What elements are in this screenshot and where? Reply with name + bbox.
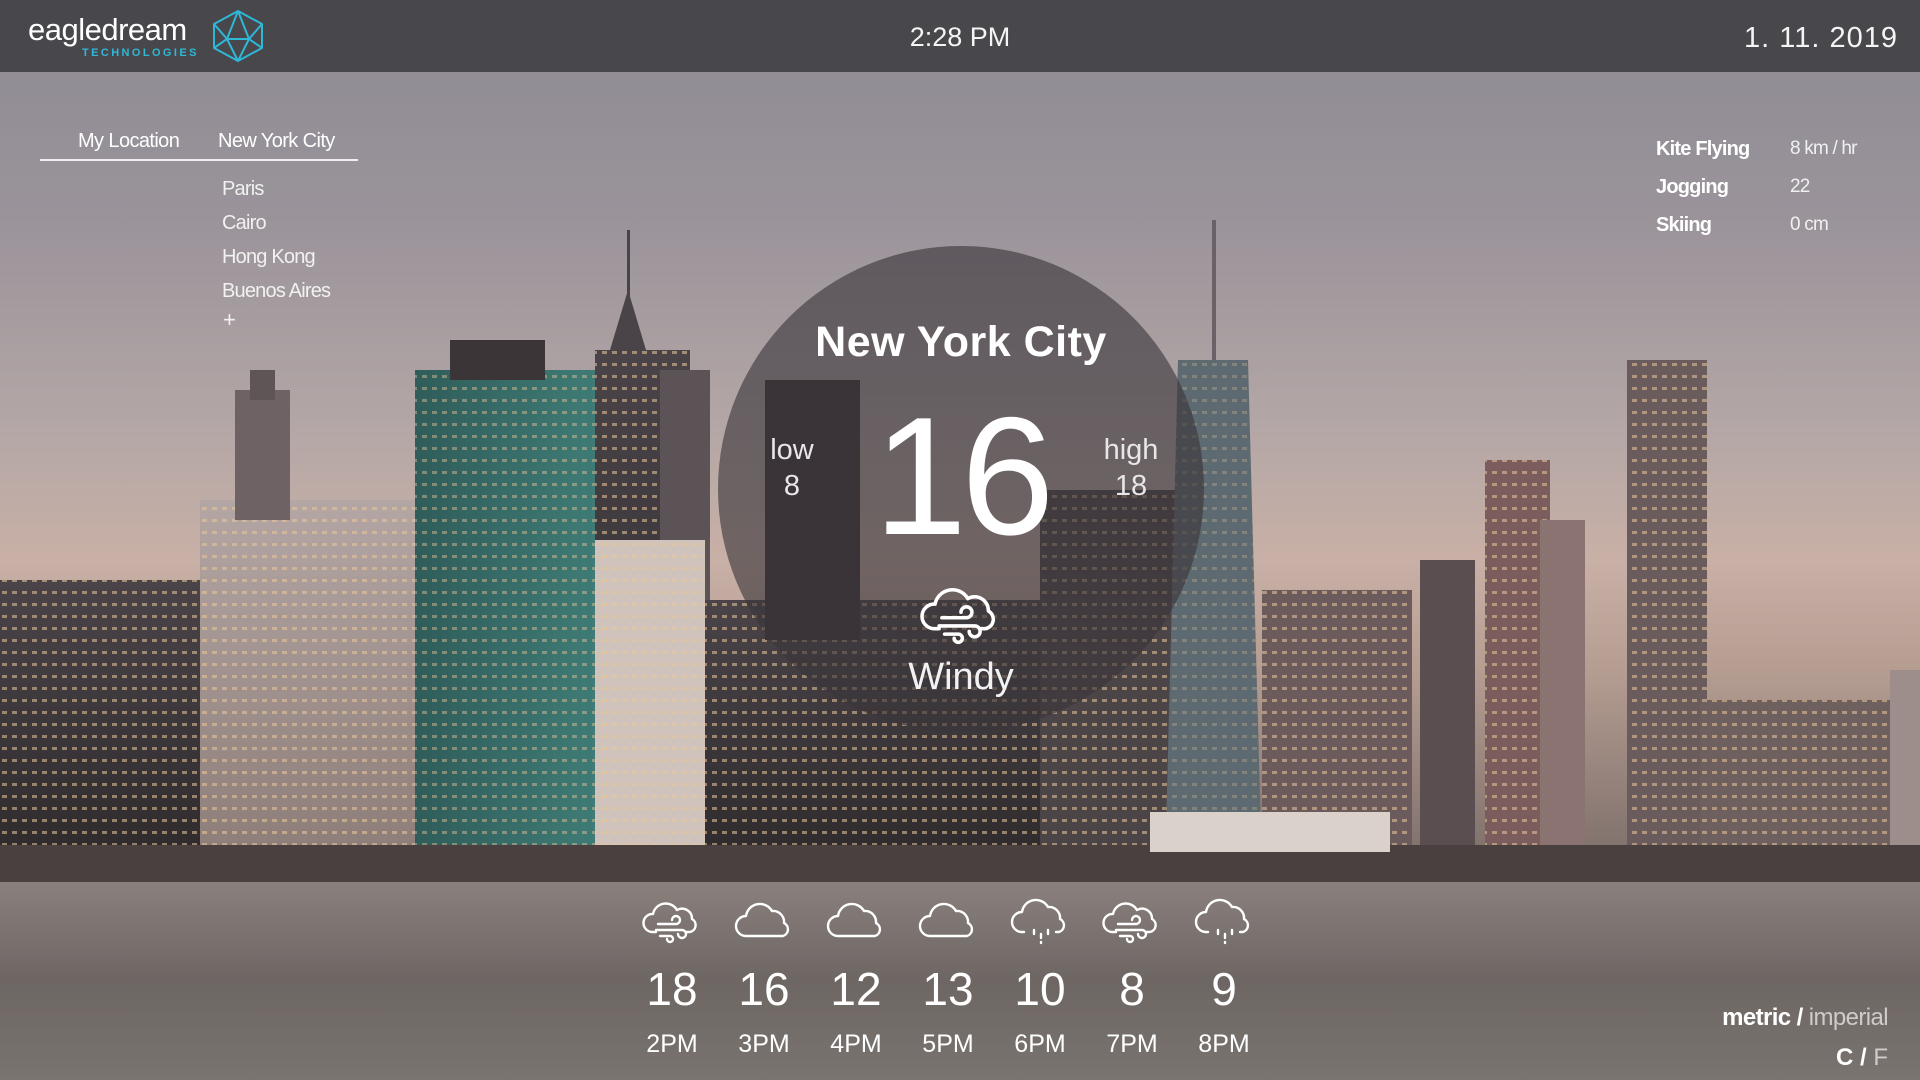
- current-condition: Windy: [908, 656, 1014, 698]
- hourly-item-5pm: 13 5PM: [902, 898, 994, 1068]
- geodesic-sphere-icon: [212, 10, 263, 62]
- locations-panel: My Location New York City Paris Cairo Ho…: [40, 130, 358, 333]
- hourly-temp: 12: [830, 963, 882, 1015]
- windy-cloud-icon: [642, 902, 697, 944]
- hourly-temp: 9: [1211, 963, 1237, 1015]
- top-bar: eagledream TECHNOLOGIES 2:28 PM 1. 11. 2…: [0, 0, 1920, 72]
- cloud-icon: [918, 902, 974, 938]
- city-list: Paris Cairo Hong Kong Buenos Aires: [222, 177, 358, 313]
- logo-subtitle: TECHNOLOGIES: [82, 46, 199, 59]
- location-tabs: My Location New York City: [40, 130, 358, 161]
- hourly-temp: 18: [646, 963, 698, 1015]
- hourly-time: 5PM: [922, 1030, 974, 1058]
- windy-cloud-icon: [1102, 902, 1157, 944]
- add-city-button[interactable]: +: [223, 307, 358, 333]
- celsius-option[interactable]: C: [1836, 1044, 1853, 1071]
- activity-name: Jogging: [1656, 175, 1729, 198]
- drizzle-cloud-icon: [1010, 898, 1066, 945]
- cloud-icon: [826, 902, 882, 938]
- hourly-item-3pm: 16 3PM: [718, 898, 810, 1068]
- high-value: 18: [1114, 470, 1148, 502]
- hourly-temp: 16: [738, 963, 790, 1015]
- activities-panel: Kite Flying 8 km / hr Jogging 22 Skiing …: [1656, 130, 1896, 244]
- hourly-temp: 10: [1014, 963, 1066, 1015]
- fahrenheit-option[interactable]: F: [1873, 1044, 1888, 1071]
- city-item-cairo[interactable]: Cairo: [222, 211, 358, 245]
- weather-app: eagledream TECHNOLOGIES 2:28 PM 1. 11. 2…: [0, 0, 1920, 1080]
- activity-name: Skiing: [1656, 213, 1712, 236]
- high-temperature: high 18: [1091, 432, 1171, 504]
- drizzle-cloud-icon: [1194, 898, 1250, 945]
- company-logo: eagledream TECHNOLOGIES: [28, 10, 267, 62]
- hourly-time: 8PM: [1198, 1030, 1250, 1058]
- activity-row-kite-flying: Kite Flying 8 km / hr: [1656, 130, 1896, 168]
- high-label: high: [1103, 434, 1159, 466]
- activity-value: 0 cm: [1790, 214, 1829, 235]
- imperial-option[interactable]: imperial: [1809, 1004, 1889, 1031]
- unit-separator: /: [1859, 1044, 1867, 1071]
- tab-selected-city[interactable]: New York City: [218, 130, 335, 153]
- hourly-item-8pm: 9 8PM: [1178, 898, 1270, 1068]
- temperature-unit-toggle: C / F: [1722, 1044, 1888, 1072]
- hourly-time: 2PM: [646, 1030, 698, 1058]
- activity-value: 22: [1790, 176, 1810, 197]
- current-time: 2:28 PM: [909, 22, 1011, 52]
- current-date: 1. 11. 2019: [1744, 22, 1898, 54]
- logo-name: eagledream: [28, 11, 187, 47]
- activity-row-skiing: Skiing 0 cm: [1656, 206, 1896, 244]
- hourly-temp: 13: [922, 963, 974, 1015]
- hourly-item-4pm: 12 4PM: [810, 898, 902, 1068]
- hourly-time: 6PM: [1014, 1030, 1066, 1058]
- unit-separator: /: [1796, 1004, 1804, 1031]
- tab-my-location[interactable]: My Location: [78, 130, 218, 153]
- current-city-name: New York City: [815, 318, 1107, 366]
- metric-option[interactable]: metric: [1722, 1004, 1791, 1031]
- hourly-temp: 8: [1119, 963, 1145, 1015]
- hourly-item-2pm: 18 2PM: [626, 898, 718, 1068]
- activity-value: 8 km / hr: [1790, 138, 1858, 159]
- units-switch: metric / imperial C / F: [1722, 1004, 1889, 1072]
- unit-system-toggle: metric / imperial: [1722, 1004, 1889, 1032]
- hourly-item-6pm: 10 6PM: [994, 898, 1086, 1068]
- windy-cloud-icon: [920, 588, 996, 645]
- hourly-forecast: 18 2PM 16 3PM 12 4PM 13 5PM 10 6PM 8 7PM…: [626, 898, 1270, 1068]
- city-item-paris[interactable]: Paris: [222, 177, 358, 211]
- hourly-time: 3PM: [738, 1030, 790, 1058]
- city-item-hong-kong[interactable]: Hong Kong: [222, 245, 358, 279]
- hourly-time: 7PM: [1106, 1030, 1158, 1058]
- activity-row-jogging: Jogging 22: [1656, 168, 1896, 206]
- hourly-time: 4PM: [830, 1030, 882, 1058]
- activity-name: Kite Flying: [1656, 137, 1750, 160]
- cloud-icon: [734, 902, 790, 938]
- current-weather-circle: New York City low 8 16 high 18 Windy: [718, 246, 1204, 732]
- hourly-item-7pm: 8 7PM: [1086, 898, 1178, 1068]
